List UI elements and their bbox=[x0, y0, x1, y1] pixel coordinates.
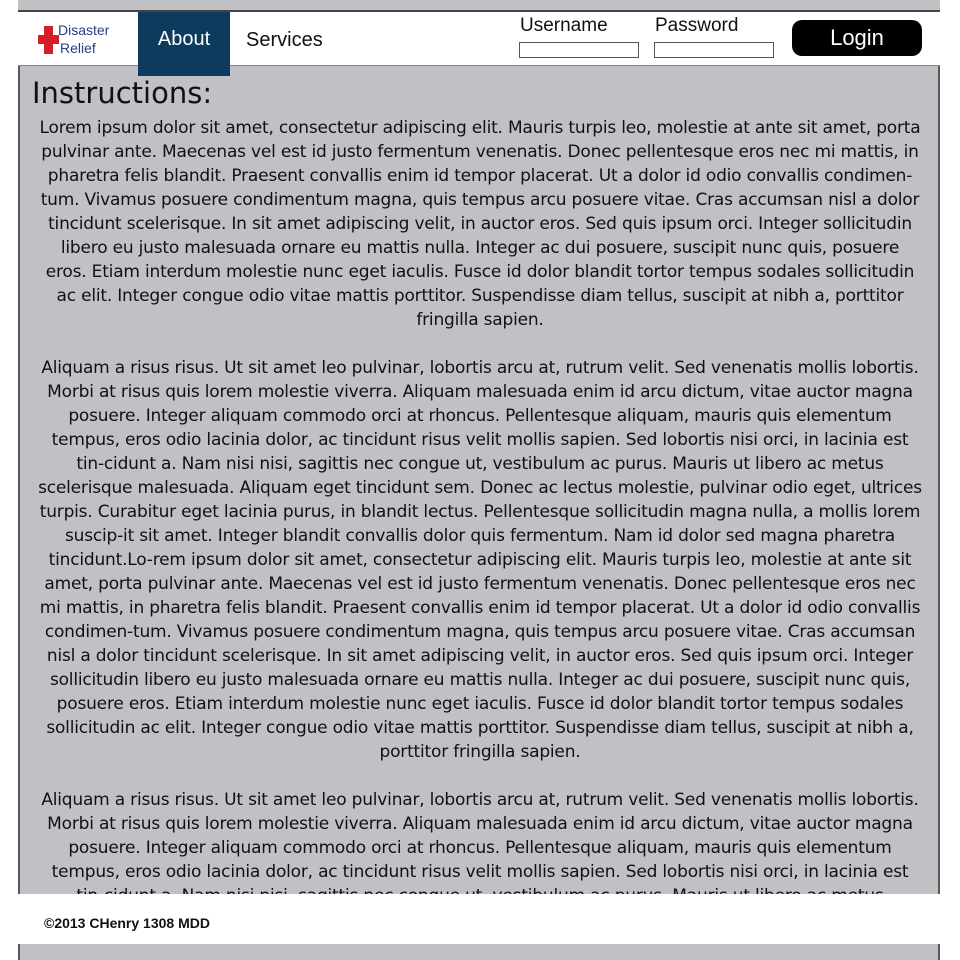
logo-text-line2: Relief bbox=[60, 40, 96, 56]
page-title: Instructions: bbox=[32, 76, 213, 110]
site-header: Disaster Relief About Services Username … bbox=[18, 12, 940, 76]
copyright-text: ©2013 CHenry 1308 MDD bbox=[44, 915, 210, 931]
top-strip bbox=[18, 0, 940, 12]
paragraph: Lorem ipsum dolor sit amet, consectetur … bbox=[39, 118, 921, 330]
nav-about[interactable]: About bbox=[138, 12, 230, 76]
instructions-content: Lorem ipsum dolor sit amet, consectetur … bbox=[38, 116, 922, 956]
username-label: Username bbox=[520, 15, 608, 36]
site-footer: ©2013 CHenry 1308 MDD bbox=[0, 894, 960, 944]
password-field[interactable] bbox=[654, 42, 774, 58]
disaster-relief-logo[interactable]: Disaster Relief bbox=[38, 20, 118, 60]
nav-services[interactable]: Services bbox=[246, 12, 323, 66]
paragraph: Aliquam a risus risus. Ut sit amet leo p… bbox=[38, 358, 922, 762]
login-button[interactable]: Login bbox=[792, 20, 922, 56]
logo-text-line1: Disaster bbox=[58, 22, 110, 38]
username-field[interactable] bbox=[519, 42, 639, 58]
password-label: Password bbox=[655, 15, 739, 36]
red-cross-icon-bar bbox=[38, 35, 59, 44]
